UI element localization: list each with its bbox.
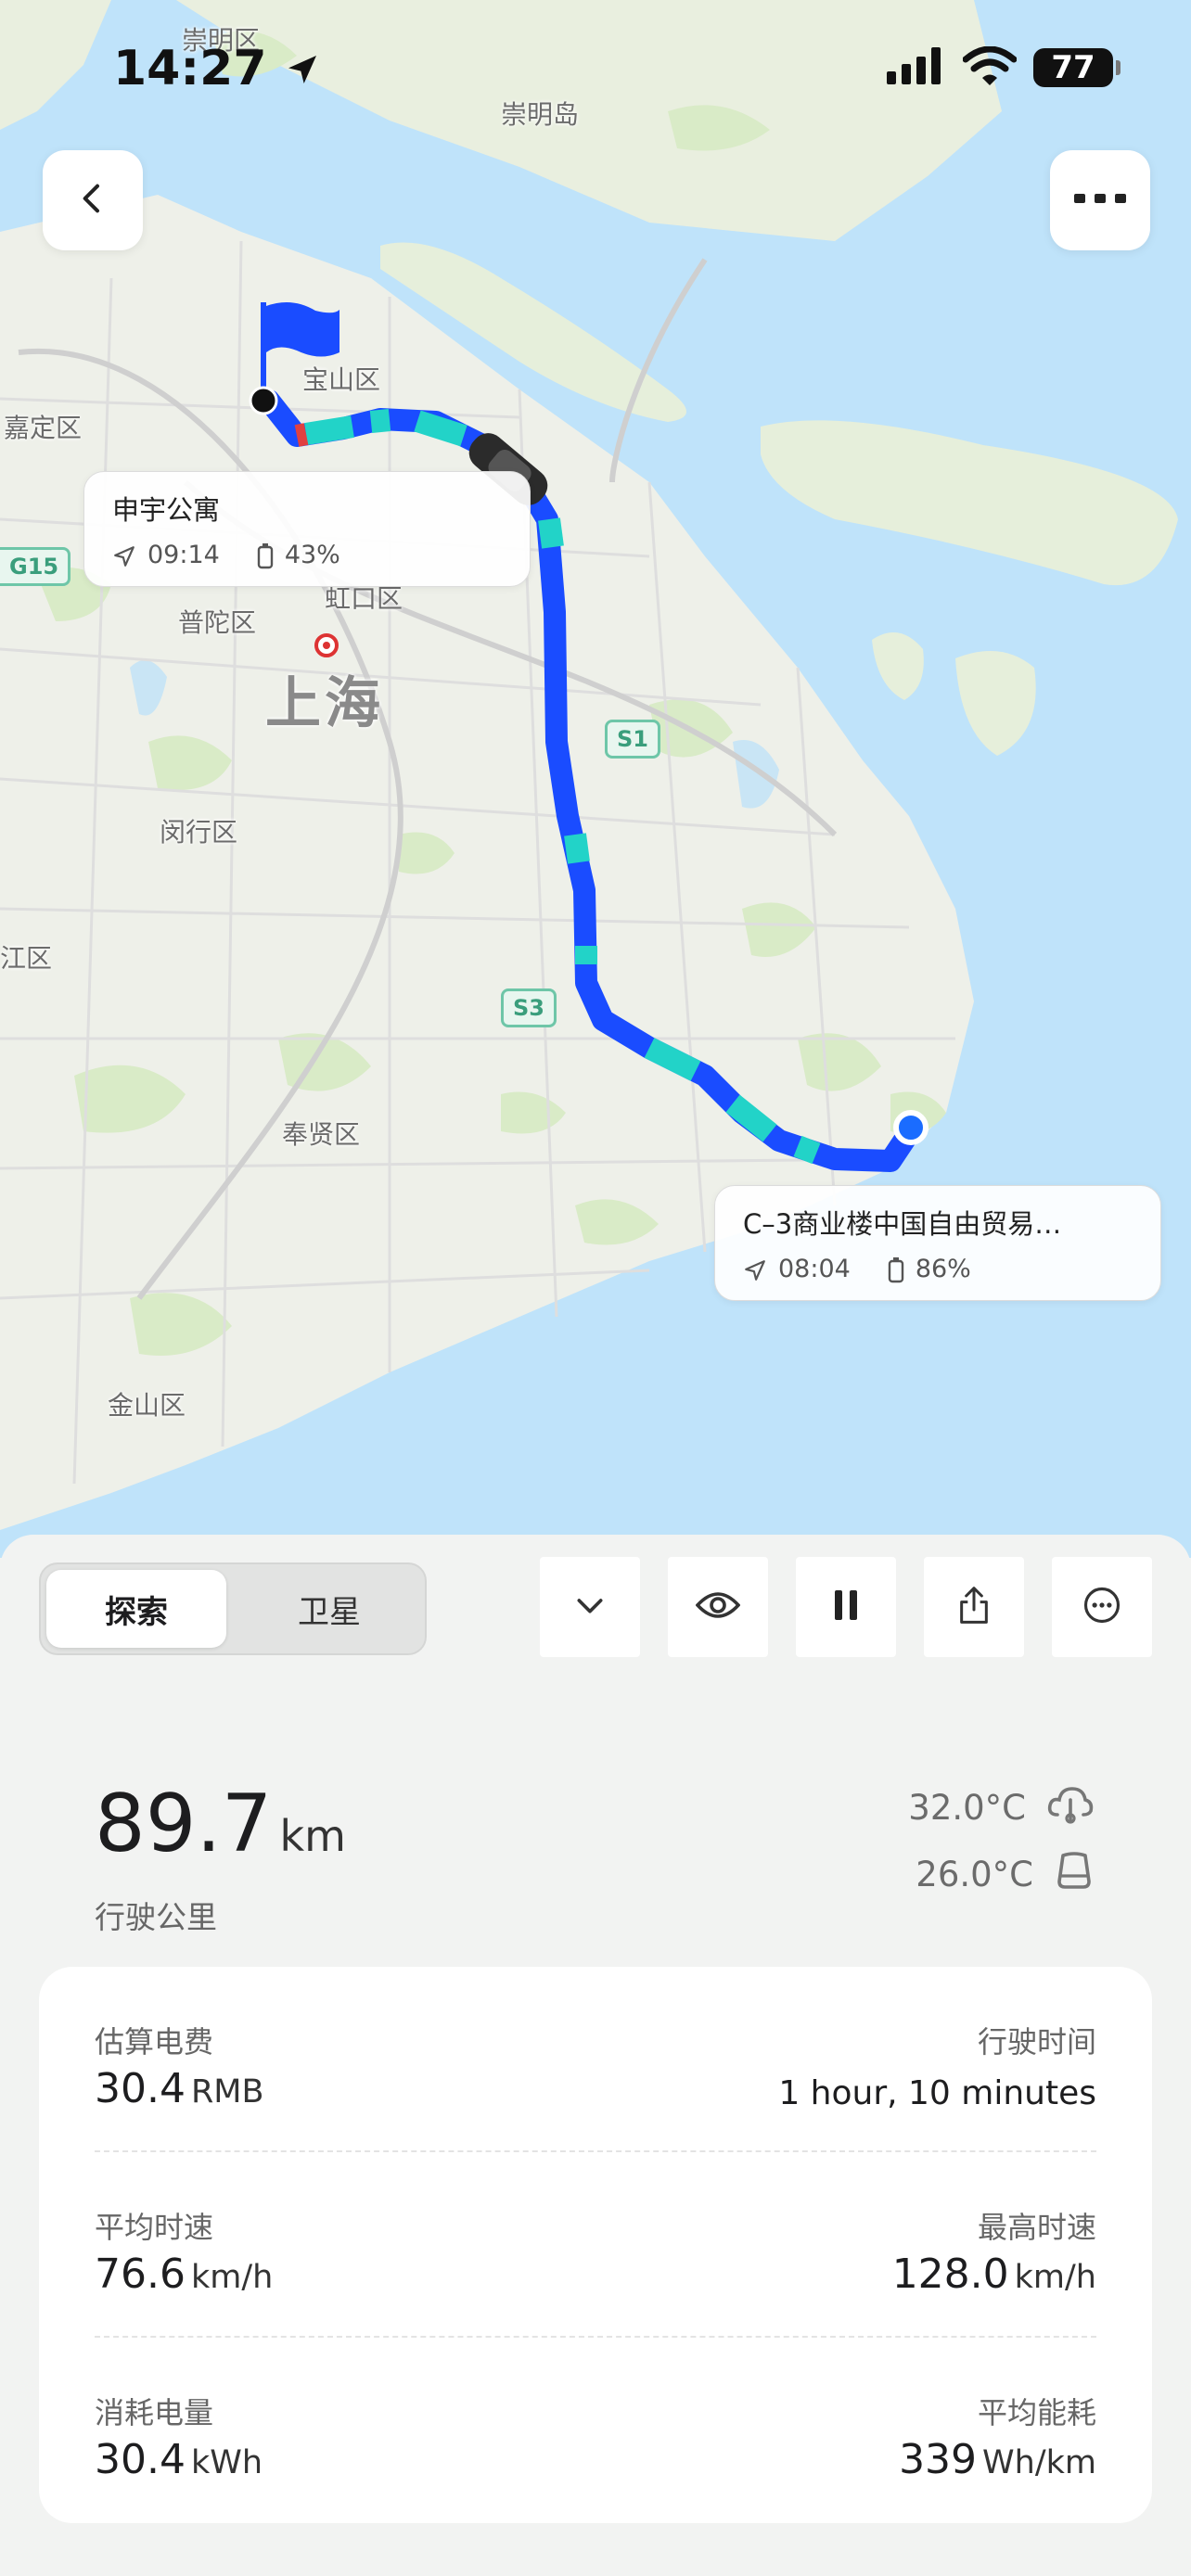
location-arrow-icon [284,41,321,96]
map-base [0,0,1191,1558]
share-icon [955,1585,992,1629]
map-type-segmented-control[interactable]: 探索 卫星 [39,1562,427,1655]
back-button[interactable] [43,150,143,250]
share-button[interactable] [924,1557,1024,1657]
chevron-down-icon [571,1587,608,1627]
more-options-button[interactable] [1050,150,1150,250]
segment-satellite[interactable]: 卫星 [239,1570,419,1648]
end-location-callout[interactable]: 申宇公寓 09:14 43% [83,471,531,587]
more-circle-button[interactable] [1052,1557,1152,1657]
map-label-jinshan: 金山区 [108,1390,186,1421]
end-location-name: 申宇公寓 [112,494,221,526]
map-label-fengxian: 奉贤区 [282,1119,361,1150]
navigation-arrow-icon [743,1255,767,1283]
max-speed-unit: km/h [1014,2259,1096,2296]
stats-row-speed: 平均时速 最高时速 76.6 km/h 128.0 km/h [95,2204,1096,2334]
avg-consumption-unit: Wh/km [982,2444,1096,2481]
battery-outline-icon [257,541,274,569]
stats-row-energy: 消耗电量 平均能耗 30.4 kWh 339 Wh/km [95,2390,1096,2519]
drive-time-label: 行驶时间 [977,2024,1096,2060]
battery-indicator: 77 [1033,48,1121,87]
map-label-putuo: 普陀区 [178,607,257,638]
energy-used-label: 消耗电量 [95,2395,214,2430]
map-label-shanghai: 上海 [265,671,384,736]
trip-stats-card: 估算电费 行驶时间 30.4 RMB 1 hour, 10 minutes 平均时… [39,1967,1152,2523]
trip-map[interactable]: 崇明区 崇明岛 宝山区 嘉定区 虹口区 普陀区 上海 闵行区 江区 奉贤区 金山… [0,0,1191,1558]
energy-used-value: 30.4 kWh [95,2436,263,2483]
drive-time-value: 1 hour, 10 minutes [778,2074,1096,2112]
avg-speed-unit: km/h [190,2259,274,2296]
segment-explore[interactable]: 探索 [46,1570,226,1648]
navigation-arrow-icon [112,541,136,569]
map-label-jiang: 江区 [0,943,53,974]
highway-shield-s1: S1 [605,720,660,759]
est-cost-unit: RMB [190,2073,264,2111]
ellipsis-icon [1072,191,1128,210]
divider [95,2336,1096,2338]
map-label-jiading: 嘉定区 [4,413,83,443]
outside-temperature: 32.0°C [908,1783,1095,1832]
distance-unit: km [279,1811,346,1861]
start-time: 08:04 [778,1255,851,1283]
avg-speed-label: 平均时速 [95,2210,214,2245]
inside-temperature: 26.0°C [916,1850,1095,1899]
car-seat-icon [1054,1850,1095,1899]
outside-temperature-value: 32.0°C [908,1788,1026,1828]
start-location-callout[interactable]: C–3商业楼中国自由贸易… 08:04 86% [714,1185,1161,1301]
map-label-minhang: 闵行区 [160,817,238,848]
distance-label: 行驶公里 [95,1899,217,1935]
status-time: 14:27 [113,41,321,96]
start-location-name: C–3商业楼中国自由贸易… [743,1208,1062,1240]
max-speed-value: 128.0 km/h [891,2251,1096,2298]
view-toggle-button[interactable] [668,1557,768,1657]
end-time: 09:14 [147,541,220,569]
pause-button[interactable] [796,1557,896,1657]
wifi-icon [962,45,1018,89]
energy-used-unit: kWh [190,2444,263,2481]
eye-icon [695,1587,741,1627]
cellular-signal-icon [887,47,946,88]
map-label-baoshan: 宝山区 [302,364,381,395]
inside-temperature-value: 26.0°C [916,1855,1033,1894]
avg-consumption-label: 平均能耗 [977,2395,1096,2430]
stats-row-cost-time: 估算电费 行驶时间 30.4 RMB 1 hour, 10 minutes [95,2019,1096,2149]
divider [95,2150,1096,2152]
distance-readout: 89.7 km [95,1778,346,1870]
est-cost-value: 30.4 RMB [95,2065,264,2112]
cloud-temperature-icon [1046,1783,1095,1832]
start-battery: 86% [915,1255,971,1283]
highway-shield-s3: S3 [501,988,557,1027]
trip-details-sheet: 探索 卫星 89.7 km 行驶公里 32.0°C 26.0°C 估算电费 行驶时… [0,1535,1191,2576]
distance-value: 89.7 [95,1778,273,1870]
end-battery: 43% [284,541,340,569]
est-cost-label: 估算电费 [95,2024,214,2060]
avg-consumption-value: 339 Wh/km [899,2436,1096,2483]
max-speed-label: 最高时速 [977,2210,1096,2245]
pause-icon [832,1588,860,1626]
chevron-left-icon [74,180,111,221]
more-circle-icon [1082,1586,1121,1628]
battery-outline-icon [888,1255,904,1283]
collapse-button[interactable] [540,1557,640,1657]
highway-shield-g15: G15 [0,547,71,586]
status-bar: 14:27 77 [0,0,1191,139]
avg-speed-value: 76.6 km/h [95,2251,274,2298]
